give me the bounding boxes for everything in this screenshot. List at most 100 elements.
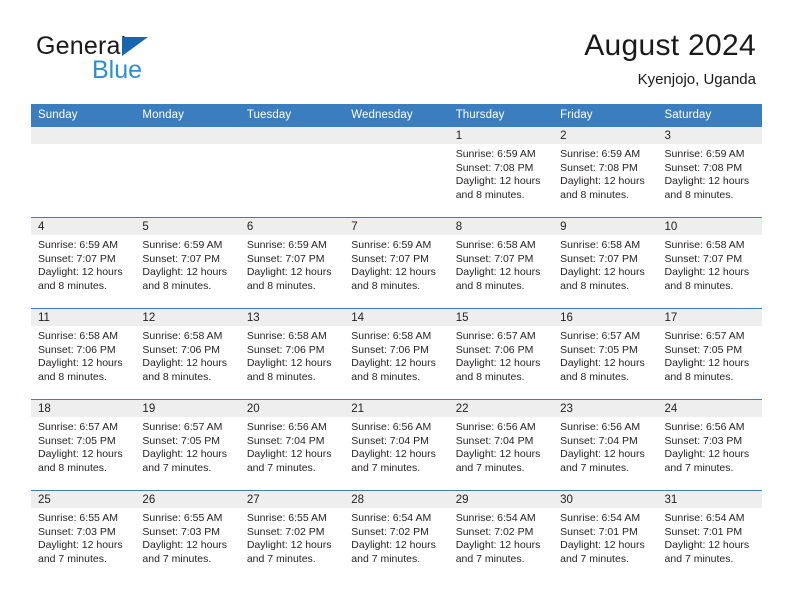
calendar-day-cell[interactable]: 24 Sunrise: 6:56 AM Sunset: 7:03 PM Dayligh…: [657, 399, 762, 491]
calendar-day-cell[interactable]: 13 Sunrise: 6:58 AM Sunset: 7:06 PM Dayligh…: [239, 308, 345, 400]
day-detail-daylight2: and 7 minutes.: [246, 552, 316, 565]
day-detail-daylight1: Daylight: 12 hours: [664, 266, 750, 279]
weekday-header-monday: Monday: [135, 104, 240, 127]
day-number: [135, 127, 240, 144]
day-details: Sunrise: 6:56 AM Sunset: 7:04 PM Daylight:…: [449, 417, 553, 475]
day-detail-sunset: Sunset: 7:06 PM: [142, 343, 221, 356]
calendar-day-cell[interactable]: 15 Sunrise: 6:57 AM Sunset: 7:06 PM Dayligh…: [448, 308, 554, 400]
calendar-day-cell[interactable]: 8 Sunrise: 6:58 AM Sunset: 7:07 PM Daylight…: [448, 217, 554, 309]
calendar-day-cell[interactable]: 7 Sunrise: 6:59 AM Sunset: 7:07 PM Daylight…: [344, 217, 449, 309]
day-detail-daylight1: Daylight: 12 hours: [664, 448, 750, 461]
calendar-day-cell[interactable]: 18 Sunrise: 6:57 AM Sunset: 7:05 PM Dayligh…: [31, 399, 136, 491]
day-cell-inner: 18 Sunrise: 6:57 AM Sunset: 7:05 PM Dayligh…: [31, 400, 136, 490]
day-detail-sunrise: Sunrise: 6:58 AM: [560, 239, 641, 251]
calendar-day-cell[interactable]: 14 Sunrise: 6:58 AM Sunset: 7:06 PM Dayligh…: [344, 308, 449, 400]
calendar-day-cell[interactable]: 5 Sunrise: 6:59 AM Sunset: 7:07 PM Daylight…: [135, 217, 240, 309]
day-details: Sunrise: 6:59 AM Sunset: 7:07 PM Daylight:…: [344, 235, 448, 293]
day-detail-daylight1: Daylight: 12 hours: [455, 357, 541, 370]
day-detail-daylight2: and 8 minutes.: [664, 279, 734, 292]
day-cell-inner: 6 Sunrise: 6:59 AM Sunset: 7:07 PM Daylight…: [239, 218, 345, 308]
day-detail-daylight2: and 8 minutes.: [664, 370, 734, 383]
calendar-body: 1 Sunrise: 6:59 AM Sunset: 7:08 PM Daylight…: [31, 127, 762, 581]
day-number: 16: [553, 309, 658, 326]
day-detail-daylight2: and 7 minutes.: [351, 552, 421, 565]
calendar-day-cell[interactable]: 4 Sunrise: 6:59 AM Sunset: 7:07 PM Daylight…: [31, 217, 136, 309]
day-detail-daylight1: Daylight: 12 hours: [142, 266, 228, 279]
day-detail-sunrise: Sunrise: 6:56 AM: [246, 421, 327, 433]
day-detail-daylight2: and 8 minutes.: [38, 370, 107, 383]
calendar-day-cell[interactable]: 25 Sunrise: 6:55 AM Sunset: 7:03 PM Dayligh…: [31, 490, 136, 581]
day-details: Sunrise: 6:59 AM Sunset: 7:08 PM Daylight:…: [553, 144, 657, 202]
day-cell-inner: 21 Sunrise: 6:56 AM Sunset: 7:04 PM Dayligh…: [344, 400, 449, 490]
day-details: Sunrise: 6:55 AM Sunset: 7:03 PM Daylight:…: [135, 508, 239, 566]
day-detail-sunset: Sunset: 7:04 PM: [351, 434, 429, 447]
calendar-day-cell[interactable]: 6 Sunrise: 6:59 AM Sunset: 7:07 PM Daylight…: [239, 217, 345, 309]
day-detail-sunset: Sunset: 7:06 PM: [455, 343, 534, 356]
day-detail-daylight2: and 8 minutes.: [142, 370, 212, 383]
title-block: August 2024 Kyenjojo, Uganda: [336, 28, 756, 90]
page-header: General Blue August 2024 Kyenjojo, Ugand…: [0, 0, 792, 104]
day-detail-daylight2: and 8 minutes.: [560, 370, 629, 383]
day-detail-daylight1: Daylight: 12 hours: [560, 357, 645, 370]
calendar-day-cell[interactable]: 11 Sunrise: 6:58 AM Sunset: 7:06 PM Dayligh…: [31, 308, 136, 400]
calendar-day-cell[interactable]: 3 Sunrise: 6:59 AM Sunset: 7:08 PM Daylight…: [657, 127, 762, 218]
calendar-day-cell-empty: [239, 127, 345, 218]
calendar-day-cell[interactable]: 23 Sunrise: 6:56 AM Sunset: 7:04 PM Dayligh…: [553, 399, 658, 491]
calendar-day-cell[interactable]: 20 Sunrise: 6:56 AM Sunset: 7:04 PM Dayligh…: [239, 399, 345, 491]
day-detail-daylight1: Daylight: 12 hours: [246, 448, 332, 461]
calendar-day-cell[interactable]: 10 Sunrise: 6:58 AM Sunset: 7:07 PM Dayligh…: [657, 217, 762, 309]
day-detail-daylight1: Daylight: 12 hours: [455, 175, 541, 188]
day-detail-sunrise: Sunrise: 6:59 AM: [38, 239, 118, 251]
day-cell-inner: 17 Sunrise: 6:57 AM Sunset: 7:05 PM Dayligh…: [657, 309, 762, 399]
calendar-day-cell[interactable]: 19 Sunrise: 6:57 AM Sunset: 7:05 PM Dayligh…: [135, 399, 240, 491]
day-number: 17: [657, 309, 762, 326]
day-detail-daylight2: and 8 minutes.: [455, 188, 525, 201]
general-blue-logo[interactable]: General Blue: [36, 33, 236, 83]
day-number: 4: [31, 218, 136, 235]
day-detail-sunrise: Sunrise: 6:54 AM: [455, 512, 536, 524]
calendar-day-cell[interactable]: 28 Sunrise: 6:54 AM Sunset: 7:02 PM Dayligh…: [344, 490, 449, 581]
day-detail-daylight1: Daylight: 12 hours: [351, 448, 436, 461]
day-detail-daylight2: and 8 minutes.: [38, 461, 107, 474]
day-number: 14: [344, 309, 449, 326]
weekday-header-tuesday: Tuesday: [239, 104, 345, 127]
page-subtitle-location: Kyenjojo, Uganda: [637, 71, 756, 88]
calendar-day-cell[interactable]: 12 Sunrise: 6:58 AM Sunset: 7:06 PM Dayligh…: [135, 308, 240, 400]
calendar-day-cell[interactable]: 16 Sunrise: 6:57 AM Sunset: 7:05 PM Dayligh…: [553, 308, 658, 400]
calendar-day-cell[interactable]: 21 Sunrise: 6:56 AM Sunset: 7:04 PM Dayligh…: [344, 399, 449, 491]
calendar-day-cell[interactable]: 2 Sunrise: 6:59 AM Sunset: 7:08 PM Daylight…: [553, 127, 658, 218]
day-cell-inner: 11 Sunrise: 6:58 AM Sunset: 7:06 PM Dayligh…: [31, 309, 136, 399]
day-details: Sunrise: 6:59 AM Sunset: 7:07 PM Daylight:…: [31, 235, 135, 293]
calendar-week-row: 4 Sunrise: 6:59 AM Sunset: 7:07 PM Daylight…: [31, 217, 762, 309]
calendar-day-cell[interactable]: 22 Sunrise: 6:56 AM Sunset: 7:04 PM Dayligh…: [448, 399, 554, 491]
day-detail-sunrise: Sunrise: 6:55 AM: [38, 512, 118, 524]
day-detail-sunset: Sunset: 7:07 PM: [38, 252, 116, 265]
calendar-day-cell[interactable]: 29 Sunrise: 6:54 AM Sunset: 7:02 PM Dayligh…: [448, 490, 554, 581]
calendar-day-cell[interactable]: 1 Sunrise: 6:59 AM Sunset: 7:08 PM Daylight…: [448, 127, 554, 218]
day-details: Sunrise: 6:54 AM Sunset: 7:01 PM Daylight:…: [553, 508, 657, 566]
day-details: Sunrise: 6:57 AM Sunset: 7:05 PM Daylight:…: [658, 326, 762, 384]
day-number: 27: [239, 491, 345, 508]
day-detail-daylight2: and 7 minutes.: [142, 552, 212, 565]
day-cell-inner: 1 Sunrise: 6:59 AM Sunset: 7:08 PM Daylight…: [448, 127, 554, 217]
calendar-day-cell[interactable]: 17 Sunrise: 6:57 AM Sunset: 7:05 PM Dayligh…: [657, 308, 762, 400]
day-detail-daylight2: and 8 minutes.: [142, 279, 212, 292]
calendar-day-cell[interactable]: 31 Sunrise: 6:54 AM Sunset: 7:01 PM Dayligh…: [657, 490, 762, 581]
day-number: 2: [553, 127, 658, 144]
day-number: 6: [239, 218, 345, 235]
day-detail-daylight2: and 8 minutes.: [351, 279, 421, 292]
day-detail-sunset: Sunset: 7:03 PM: [664, 434, 743, 447]
weekday-header-sunday: Sunday: [31, 104, 136, 127]
calendar-day-cell[interactable]: 26 Sunrise: 6:55 AM Sunset: 7:03 PM Dayligh…: [135, 490, 240, 581]
day-details: Sunrise: 6:59 AM Sunset: 7:08 PM Daylight:…: [658, 144, 762, 202]
calendar-day-cell[interactable]: 30 Sunrise: 6:54 AM Sunset: 7:01 PM Dayligh…: [553, 490, 658, 581]
day-cell-inner: 7 Sunrise: 6:59 AM Sunset: 7:07 PM Daylight…: [344, 218, 449, 308]
day-detail-sunrise: Sunrise: 6:59 AM: [560, 148, 641, 160]
day-details: Sunrise: 6:55 AM Sunset: 7:03 PM Daylight:…: [31, 508, 135, 566]
day-detail-sunrise: Sunrise: 6:55 AM: [246, 512, 327, 524]
calendar-day-cell[interactable]: 9 Sunrise: 6:58 AM Sunset: 7:07 PM Daylight…: [553, 217, 658, 309]
day-detail-sunset: Sunset: 7:02 PM: [246, 525, 325, 538]
day-detail-sunset: Sunset: 7:07 PM: [351, 252, 429, 265]
day-details: Sunrise: 6:57 AM Sunset: 7:05 PM Daylight:…: [135, 417, 239, 475]
calendar-day-cell[interactable]: 27 Sunrise: 6:55 AM Sunset: 7:02 PM Dayligh…: [239, 490, 345, 581]
